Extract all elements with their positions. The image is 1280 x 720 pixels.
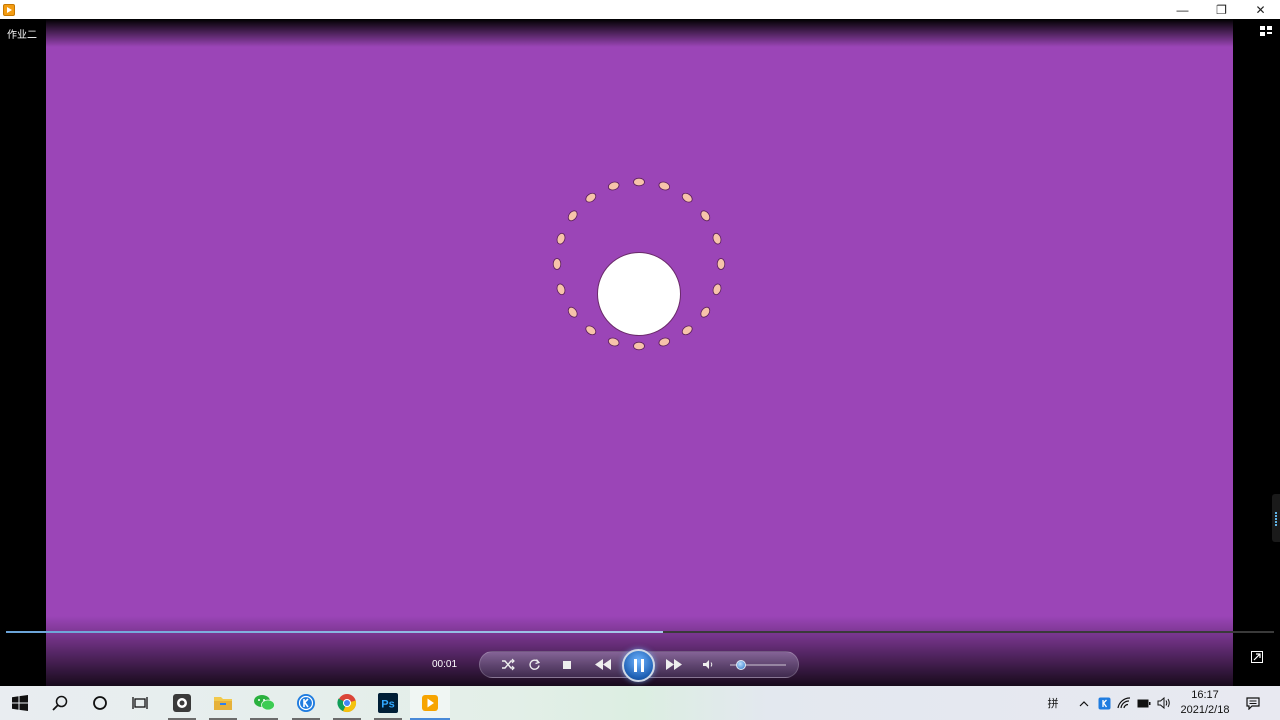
ring-dot xyxy=(716,258,726,270)
video-area[interactable] xyxy=(46,19,1233,686)
taskbar-chrome[interactable] xyxy=(327,686,367,720)
window-controls: — ❐ ✕ xyxy=(1163,0,1280,19)
close-button[interactable]: ✕ xyxy=(1241,0,1280,19)
file-explorer-icon xyxy=(214,697,232,710)
clock-date: 2021/2/18 xyxy=(1180,704,1230,716)
action-center-button[interactable] xyxy=(1242,686,1264,720)
ring-dot xyxy=(556,283,566,296)
start-button[interactable] xyxy=(0,686,40,720)
search-button[interactable] xyxy=(40,686,80,720)
battery-icon xyxy=(1137,699,1151,707)
restore-button[interactable]: ❐ xyxy=(1202,0,1241,19)
title-bar: — ❐ ✕ xyxy=(0,0,1280,19)
video-player: 作业二 00:01 xyxy=(0,19,1280,686)
ring-dot xyxy=(567,210,578,222)
side-panel-handle[interactable] xyxy=(1272,494,1280,542)
wifi-icon xyxy=(1117,697,1131,709)
wechat-icon xyxy=(254,695,275,711)
minimize-button[interactable]: — xyxy=(1163,0,1202,19)
chrome-icon xyxy=(337,694,357,713)
camera-app-icon xyxy=(173,694,191,712)
tray-network[interactable] xyxy=(1115,686,1133,720)
pause-icon xyxy=(633,659,637,672)
ring-dot xyxy=(658,337,671,347)
video-player-icon xyxy=(422,695,438,711)
ring-dot xyxy=(607,337,620,347)
top-overlay xyxy=(46,19,1233,47)
tray-kugou[interactable] xyxy=(1095,686,1113,720)
photoshop-icon: Ps xyxy=(378,693,398,713)
stop-icon[interactable] xyxy=(562,660,572,670)
windows-start-icon xyxy=(12,695,28,711)
task-view-icon xyxy=(132,697,148,709)
taskbar-camera-app[interactable] xyxy=(162,686,202,720)
show-hidden-icons-button[interactable] xyxy=(1075,686,1093,720)
taskbar-kugou[interactable] xyxy=(286,686,326,720)
ring-dot xyxy=(658,181,671,191)
rewind-icon[interactable] xyxy=(594,659,612,670)
ring-dot xyxy=(585,192,597,203)
elapsed-time: 00:01 xyxy=(432,659,458,670)
task-view-button[interactable] xyxy=(120,686,160,720)
ring-dot xyxy=(681,325,693,336)
kugou-icon xyxy=(297,694,315,712)
search-icon xyxy=(52,695,68,711)
photoshop-label: Ps xyxy=(381,699,394,711)
volume-icon[interactable] xyxy=(702,659,714,670)
expand-icon[interactable] xyxy=(1251,651,1263,663)
layout-icon[interactable] xyxy=(1260,25,1272,37)
ring-dot xyxy=(633,177,645,187)
ring-dot xyxy=(633,341,645,351)
video-frame xyxy=(552,177,726,351)
ring-dot xyxy=(585,325,597,336)
speaker-icon xyxy=(1157,697,1170,709)
ring-dot xyxy=(712,283,722,296)
ring-dot xyxy=(712,232,722,245)
ring-dot xyxy=(556,232,566,245)
taskbar-clock[interactable]: 16:17 2021/2/18 xyxy=(1172,688,1238,718)
cortana-button[interactable] xyxy=(80,686,120,720)
seek-bar-fill xyxy=(6,631,663,633)
ring-dot xyxy=(607,181,620,191)
chevron-up-icon xyxy=(1079,700,1089,706)
seek-bar[interactable] xyxy=(6,631,1274,633)
center-circle xyxy=(597,252,681,336)
video-title: 作业二 xyxy=(7,30,37,41)
taskbar-file-explorer[interactable] xyxy=(203,686,243,720)
tray-volume[interactable] xyxy=(1155,686,1173,720)
taskbar-photoshop[interactable]: Ps xyxy=(368,686,408,720)
tray-battery[interactable] xyxy=(1135,686,1153,720)
pause-button[interactable] xyxy=(622,649,655,682)
fast-forward-icon[interactable] xyxy=(665,659,683,670)
taskbar-video-player[interactable] xyxy=(410,686,450,720)
ring-dot xyxy=(567,306,578,318)
ring-dot xyxy=(700,210,711,222)
cortana-icon xyxy=(93,696,107,710)
ime-indicator[interactable]: 拼 xyxy=(1043,686,1063,720)
taskbar: Ps 拼 16:17 2021/2/18 xyxy=(0,686,1280,720)
repeat-icon[interactable] xyxy=(528,658,541,671)
clock-time: 16:17 xyxy=(1191,689,1219,701)
taskbar-wechat[interactable] xyxy=(244,686,284,720)
ring-dot xyxy=(700,306,711,318)
kugou-tray-icon xyxy=(1098,697,1110,709)
player-app-icon xyxy=(3,3,15,16)
ring-dot xyxy=(681,192,693,203)
notification-icon xyxy=(1246,696,1260,710)
ring-dot xyxy=(552,258,562,270)
shuffle-icon[interactable] xyxy=(501,658,515,671)
